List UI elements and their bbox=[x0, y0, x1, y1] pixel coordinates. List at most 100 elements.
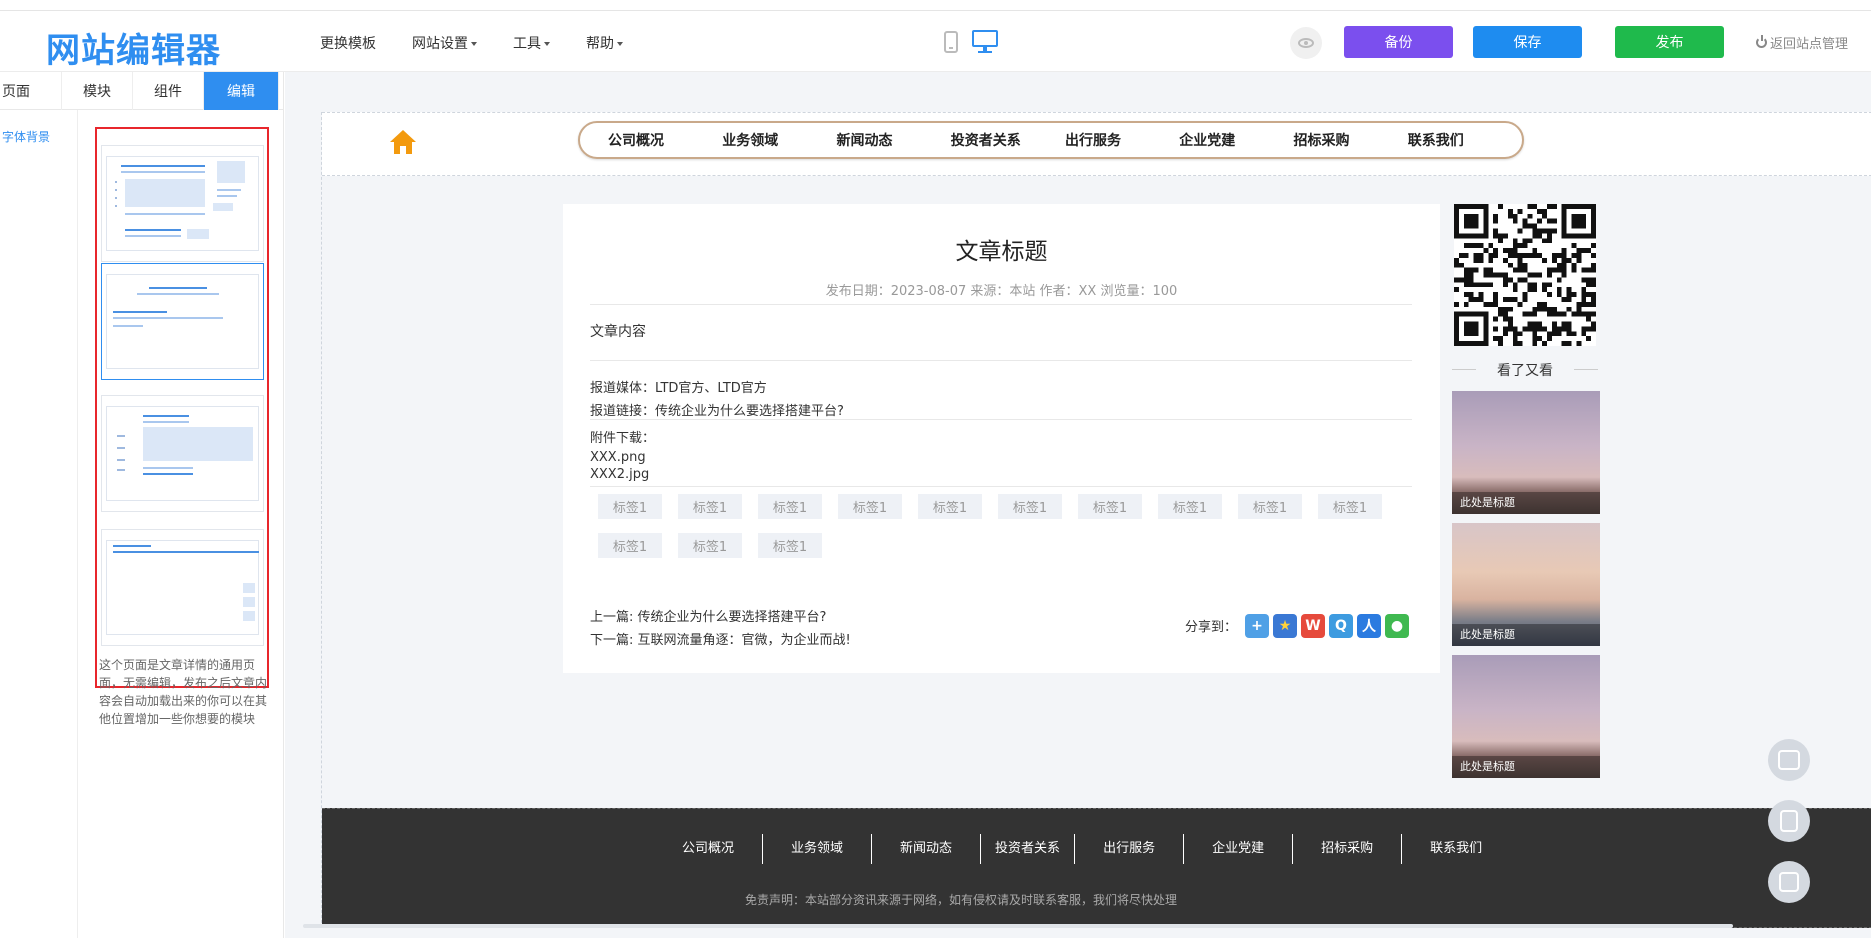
share-renren-icon[interactable]: 人 bbox=[1357, 614, 1381, 638]
next-article-link[interactable]: 下一篇: 互联网流量角逐：官微，为企业而战! bbox=[590, 629, 851, 648]
tag-list: 标签1 标签1 标签1 标签1 标签1 标签1 标签1 标签1 标签1 标签1 … bbox=[598, 494, 1388, 558]
article-media: 报道媒体：LTD官方、LTD官方 bbox=[590, 381, 767, 396]
document-icon bbox=[1780, 810, 1798, 832]
footer-nav-item[interactable]: 业务领域 bbox=[763, 834, 873, 864]
attachment-file[interactable]: XXX2.jpg bbox=[590, 467, 649, 482]
share-qzone-icon[interactable]: ★ bbox=[1273, 614, 1297, 638]
tab-edit[interactable]: 编辑 bbox=[204, 72, 279, 110]
preview-button[interactable] bbox=[1290, 27, 1322, 59]
footer-nav-item[interactable]: 公司概况 bbox=[682, 834, 764, 864]
footer-nav-item[interactable]: 投资者关系 bbox=[981, 834, 1076, 864]
publish-button[interactable]: 发布 bbox=[1615, 26, 1724, 58]
tag[interactable]: 标签1 bbox=[678, 533, 742, 558]
nav-item[interactable]: 业务领域 bbox=[722, 130, 836, 150]
menu-label: 帮助 bbox=[586, 36, 614, 52]
share-label: 分享到： bbox=[1185, 620, 1238, 635]
tag[interactable]: 标签1 bbox=[1158, 494, 1222, 519]
tab-component[interactable]: 组件 bbox=[133, 72, 204, 110]
nav-item[interactable]: 企业党建 bbox=[1179, 130, 1293, 150]
prev-article-link[interactable]: 上一篇: 传统企业为什么要选择搭建平台? bbox=[590, 606, 826, 625]
divider bbox=[590, 419, 1412, 420]
tab-module[interactable]: 模块 bbox=[62, 72, 133, 110]
template-thumbnail[interactable] bbox=[101, 529, 264, 646]
menu-help[interactable]: 帮助 bbox=[586, 33, 623, 53]
device-switcher bbox=[944, 30, 998, 54]
footer-nav-item[interactable]: 企业党建 bbox=[1184, 834, 1294, 864]
article-link[interactable]: 报道链接：传统企业为什么要选择搭建平台? bbox=[590, 400, 844, 419]
tag[interactable]: 标签1 bbox=[598, 494, 662, 519]
article-content: 文章内容 bbox=[590, 324, 646, 340]
related-article-card[interactable]: 此处是标题 bbox=[1452, 523, 1600, 646]
article-meta: 发布日期：2023-08-07 来源：本站 作者：XX 浏览量：100 bbox=[825, 284, 1178, 299]
article-title: 文章标题 bbox=[955, 239, 1048, 265]
nav-item[interactable]: 出行服务 bbox=[1065, 130, 1179, 150]
tag[interactable]: 标签1 bbox=[758, 533, 822, 558]
attachments-label: 附件下载： bbox=[590, 431, 656, 446]
divider bbox=[590, 486, 1412, 487]
nav-item[interactable]: 招标采购 bbox=[1294, 130, 1408, 150]
nav-item[interactable]: 公司概况 bbox=[608, 130, 722, 150]
caret-down-icon bbox=[471, 42, 477, 46]
share-icons: + ★ W Q 人 ● bbox=[1245, 614, 1409, 638]
top-toolbar: 网站编辑器 更换模板 网站设置 工具 帮助 备份 保存 发布 返回站点管理 bbox=[0, 10, 1871, 72]
chat-float-button[interactable] bbox=[1768, 739, 1810, 781]
backup-button[interactable]: 备份 bbox=[1344, 26, 1453, 58]
share-wechat-icon[interactable]: ● bbox=[1385, 614, 1409, 638]
qr-code-image bbox=[1454, 204, 1596, 346]
footer-disclaimer: 免责声明：本站部分资讯来源于网络，如有侵权请及时联系客服，我们将尽快处理 bbox=[322, 891, 1871, 908]
tag[interactable]: 标签1 bbox=[758, 494, 822, 519]
tag[interactable]: 标签1 bbox=[1238, 494, 1302, 519]
menu-change-template[interactable]: 更换模板 bbox=[320, 33, 376, 53]
left-subnav: 字体背景 bbox=[0, 110, 78, 938]
footer-nav-item[interactable]: 招标采购 bbox=[1293, 834, 1403, 864]
list-icon bbox=[1779, 872, 1799, 892]
site-footer[interactable]: 公司概况 业务领域 新闻动态 投资者关系 出行服务 企业党建 招标采购 联系我们… bbox=[322, 808, 1871, 928]
save-button[interactable]: 保存 bbox=[1473, 26, 1582, 58]
menu-label: 更换模板 bbox=[320, 36, 376, 52]
article-detail[interactable]: 文章标题 发布日期：2023-08-07 来源：本站 作者：XX 浏览量：100… bbox=[563, 204, 1440, 673]
subnav-item-font-background[interactable]: 字体背景 bbox=[2, 128, 50, 145]
power-icon bbox=[1756, 35, 1767, 48]
attachment-file[interactable]: XXX.png bbox=[590, 450, 646, 465]
template-thumbnail[interactable] bbox=[101, 145, 264, 262]
tag[interactable]: 标签1 bbox=[998, 494, 1062, 519]
share-tencent-weibo-icon[interactable]: Q bbox=[1329, 614, 1353, 638]
tag[interactable]: 标签1 bbox=[1318, 494, 1382, 519]
menu-site-settings[interactable]: 网站设置 bbox=[412, 33, 477, 53]
horizontal-scrollbar[interactable] bbox=[303, 924, 1733, 928]
related-article-card[interactable]: 此处是标题 bbox=[1452, 391, 1600, 514]
template-thumbnail[interactable] bbox=[101, 263, 264, 380]
related-article-card[interactable]: 此处是标题 bbox=[1452, 655, 1600, 778]
divider bbox=[590, 304, 1412, 305]
template-list bbox=[95, 127, 269, 688]
notes-float-button[interactable] bbox=[1768, 800, 1810, 842]
mobile-view-icon[interactable] bbox=[944, 31, 958, 53]
footer-nav-item[interactable]: 出行服务 bbox=[1075, 834, 1185, 864]
share-weibo-icon[interactable]: W bbox=[1301, 614, 1325, 638]
left-tabs: 页面 模块 组件 编辑 bbox=[0, 72, 284, 110]
desktop-view-icon[interactable] bbox=[972, 30, 998, 54]
template-thumbnail[interactable] bbox=[101, 395, 264, 512]
tag[interactable]: 标签1 bbox=[1078, 494, 1142, 519]
tag[interactable]: 标签1 bbox=[918, 494, 982, 519]
nav-item[interactable]: 新闻动态 bbox=[837, 130, 951, 150]
see-more-heading: 看了又看 bbox=[1450, 360, 1600, 380]
menu-label: 工具 bbox=[513, 36, 541, 52]
footer-nav-item[interactable]: 新闻动态 bbox=[872, 834, 982, 864]
tab-page[interactable]: 页面 bbox=[0, 72, 62, 110]
site-header[interactable]: 公司概况 业务领域 新闻动态 投资者关系 出行服务 企业党建 招标采购 联系我们 bbox=[322, 112, 1871, 176]
return-site-management-link[interactable]: 返回站点管理 bbox=[1756, 33, 1848, 52]
left-panel: 页面 模块 组件 编辑 字体背景 这个页面是文章详情的通用页面，无需编辑，发布之… bbox=[0, 72, 284, 938]
disclaimer-text: 免责声明：本站部分资讯来源于网络，如有侵权请及时联系客服，我们将尽快处理 bbox=[744, 893, 1177, 907]
nav-item[interactable]: 联系我们 bbox=[1408, 130, 1522, 150]
tag[interactable]: 标签1 bbox=[678, 494, 742, 519]
footer-nav-item[interactable]: 联系我们 bbox=[1402, 834, 1510, 864]
nav-item[interactable]: 投资者关系 bbox=[951, 130, 1065, 150]
menu-tools[interactable]: 工具 bbox=[513, 33, 550, 53]
tag[interactable]: 标签1 bbox=[598, 533, 662, 558]
list-float-button[interactable] bbox=[1768, 861, 1810, 903]
tag[interactable]: 标签1 bbox=[838, 494, 902, 519]
home-icon[interactable] bbox=[388, 127, 418, 157]
share-more-icon[interactable]: + bbox=[1245, 614, 1269, 638]
app-logo[interactable]: 网站编辑器 bbox=[46, 23, 221, 72]
